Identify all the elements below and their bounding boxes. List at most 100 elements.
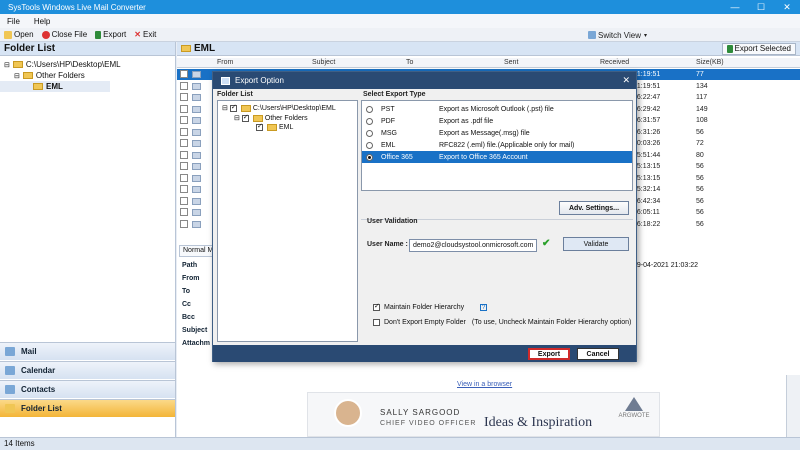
row-size[interactable]: 108 [696, 117, 708, 124]
row-size[interactable]: 77 [696, 71, 704, 78]
export-type-pst[interactable]: PST Export as Microsoft Outlook (.pst) fi… [362, 103, 632, 115]
row-received-time[interactable]: 15:13:15 [633, 163, 660, 170]
row-size[interactable]: 56 [696, 209, 704, 216]
maximize-icon[interactable]: ☐ [748, 0, 774, 14]
row-checkbox[interactable] [180, 173, 188, 182]
collapse-icon[interactable]: ⊟ [234, 114, 240, 122]
validate-button[interactable]: Validate [563, 237, 629, 251]
dialog-tree-eml[interactable]: EML [256, 122, 293, 131]
row-size[interactable]: 56 [696, 129, 704, 136]
nav-contacts[interactable]: Contacts [0, 380, 175, 398]
col-size[interactable]: Size(KB) [696, 59, 724, 66]
tree-other-folders[interactable]: ⊟ Other Folders [0, 70, 175, 81]
export-button[interactable]: Export [91, 30, 130, 39]
checkbox-icon[interactable] [241, 113, 249, 122]
export-type-pdf[interactable]: PDF Export as .pdf file [362, 115, 632, 127]
row-checkbox[interactable] [180, 162, 188, 170]
checkbox-icon[interactable] [256, 122, 263, 131]
col-from[interactable]: From [217, 59, 233, 66]
row-received-time[interactable]: 15:51:44 [633, 152, 660, 159]
row-checkbox[interactable] [180, 104, 188, 113]
radio-icon[interactable] [366, 105, 373, 113]
close-file-button[interactable]: Close File [38, 30, 92, 39]
export-type-msg[interactable]: MSG Export as Message(.msg) file [362, 127, 632, 139]
row-received-time[interactable]: 16:29:42 [633, 106, 660, 113]
row-received-time[interactable]: 16:18:22 [633, 221, 660, 228]
collapse-icon[interactable]: ⊟ [4, 61, 10, 69]
row-checkbox[interactable] [180, 219, 188, 228]
col-to[interactable]: To [406, 59, 413, 66]
dialog-tree-root[interactable]: ⊟ C:\Users\HP\Desktop\EML [222, 103, 336, 113]
row-received-time[interactable]: 16:31:26 [633, 129, 660, 136]
export-confirm-button[interactable]: Export [528, 348, 570, 360]
row-received-time[interactable]: 16:31:57 [633, 117, 660, 124]
row-checkbox[interactable] [180, 127, 188, 136]
row-size[interactable]: 149 [696, 106, 708, 113]
tree-root[interactable]: ⊟ C:\Users\HP\Desktop\EML [0, 59, 175, 70]
radio-icon[interactable] [366, 153, 373, 161]
exit-button[interactable]: ✕ Exit [130, 30, 160, 39]
radio-icon[interactable] [366, 129, 373, 137]
nav-folder-list[interactable]: Folder List [0, 399, 175, 417]
help-icon[interactable]: ? [480, 304, 488, 311]
row-checkbox[interactable] [180, 116, 188, 124]
row-received-time[interactable]: 21:19:51 [633, 83, 660, 90]
export-selected-button[interactable]: Export Selected [721, 42, 796, 55]
row-size[interactable]: 117 [696, 94, 707, 101]
row-size[interactable]: 56 [696, 186, 704, 193]
row-received-time[interactable]: 16:05:11 [633, 209, 660, 216]
tree-eml[interactable]: EML [0, 81, 110, 92]
col-received[interactable]: Received [600, 59, 629, 66]
preview-scrollbar[interactable] [786, 375, 800, 437]
collapse-icon[interactable]: ⊟ [14, 72, 20, 80]
export-type-name: EML [381, 141, 396, 149]
export-type-office-365[interactable]: Office 365 Export to Office 365 Account [362, 151, 632, 163]
col-sent[interactable]: Sent [504, 59, 518, 66]
checkbox-icon[interactable] [229, 103, 237, 112]
user-name-input[interactable]: demo2@cloudsystool.onmicrosoft.com [409, 239, 537, 252]
collapse-icon[interactable]: ⊟ [222, 104, 228, 112]
nav-calendar[interactable]: Calendar [0, 361, 175, 379]
row-checkbox[interactable] [180, 150, 188, 159]
col-subject[interactable]: Subject [312, 59, 335, 66]
row-size[interactable]: 80 [696, 152, 704, 159]
radio-icon[interactable] [366, 117, 373, 125]
row-size[interactable]: 56 [696, 175, 704, 182]
radio-icon[interactable] [366, 141, 373, 149]
view-in-browser-link[interactable]: View in a browser [457, 381, 512, 388]
row-size[interactable]: 134 [696, 83, 708, 90]
dialog-close-icon[interactable]: ✕ [622, 75, 630, 86]
export-type-eml[interactable]: EML RFC822 (.eml) file.(Applicable only f… [362, 139, 632, 151]
row-checkbox[interactable] [180, 139, 188, 147]
open-button[interactable]: Open [0, 30, 38, 39]
menu-file[interactable]: File [0, 17, 27, 26]
dont-export-empty-option[interactable]: Don't Export Empty Folder (To use, Unche… [373, 319, 631, 326]
menu-help[interactable]: Help [27, 17, 57, 26]
switch-view-button[interactable]: Switch View ▾ [588, 30, 780, 40]
maintain-hierarchy-option[interactable]: Maintain Folder Hierarchy ? [373, 302, 488, 311]
row-size[interactable]: 72 [696, 140, 704, 147]
close-icon[interactable]: ✕ [774, 0, 800, 14]
row-checkbox[interactable] [180, 93, 188, 101]
row-received-time[interactable]: 00:03:26 [633, 140, 660, 147]
nav-mail[interactable]: Mail [0, 342, 175, 360]
row-checkbox[interactable] [180, 196, 188, 205]
row-received-time[interactable]: 15:13:15 [633, 175, 660, 182]
row-received-time[interactable]: 16:42:34 [633, 198, 660, 205]
row-received-time[interactable]: 15:32:14 [633, 186, 660, 193]
row-checkbox[interactable] [180, 185, 188, 193]
row-size[interactable]: 56 [696, 221, 704, 228]
adv-settings-button[interactable]: Adv. Settings... [559, 201, 629, 215]
row-received-time[interactable]: 21:19:51 [633, 71, 660, 78]
minimize-icon[interactable]: — [722, 0, 748, 14]
row-size[interactable]: 56 [696, 163, 704, 170]
dialog-tree-other[interactable]: ⊟ Other Folders [234, 113, 308, 123]
row-checkbox[interactable] [180, 70, 188, 78]
row-size[interactable]: 56 [696, 198, 704, 205]
cancel-button[interactable]: Cancel [577, 348, 619, 360]
row-checkbox[interactable] [180, 81, 188, 90]
row-received-time[interactable]: 16:22:47 [633, 94, 660, 101]
row-checkbox[interactable] [180, 208, 188, 216]
maintain-hierarchy-checkbox[interactable] [373, 302, 380, 311]
dont-export-empty-checkbox[interactable] [373, 319, 380, 326]
